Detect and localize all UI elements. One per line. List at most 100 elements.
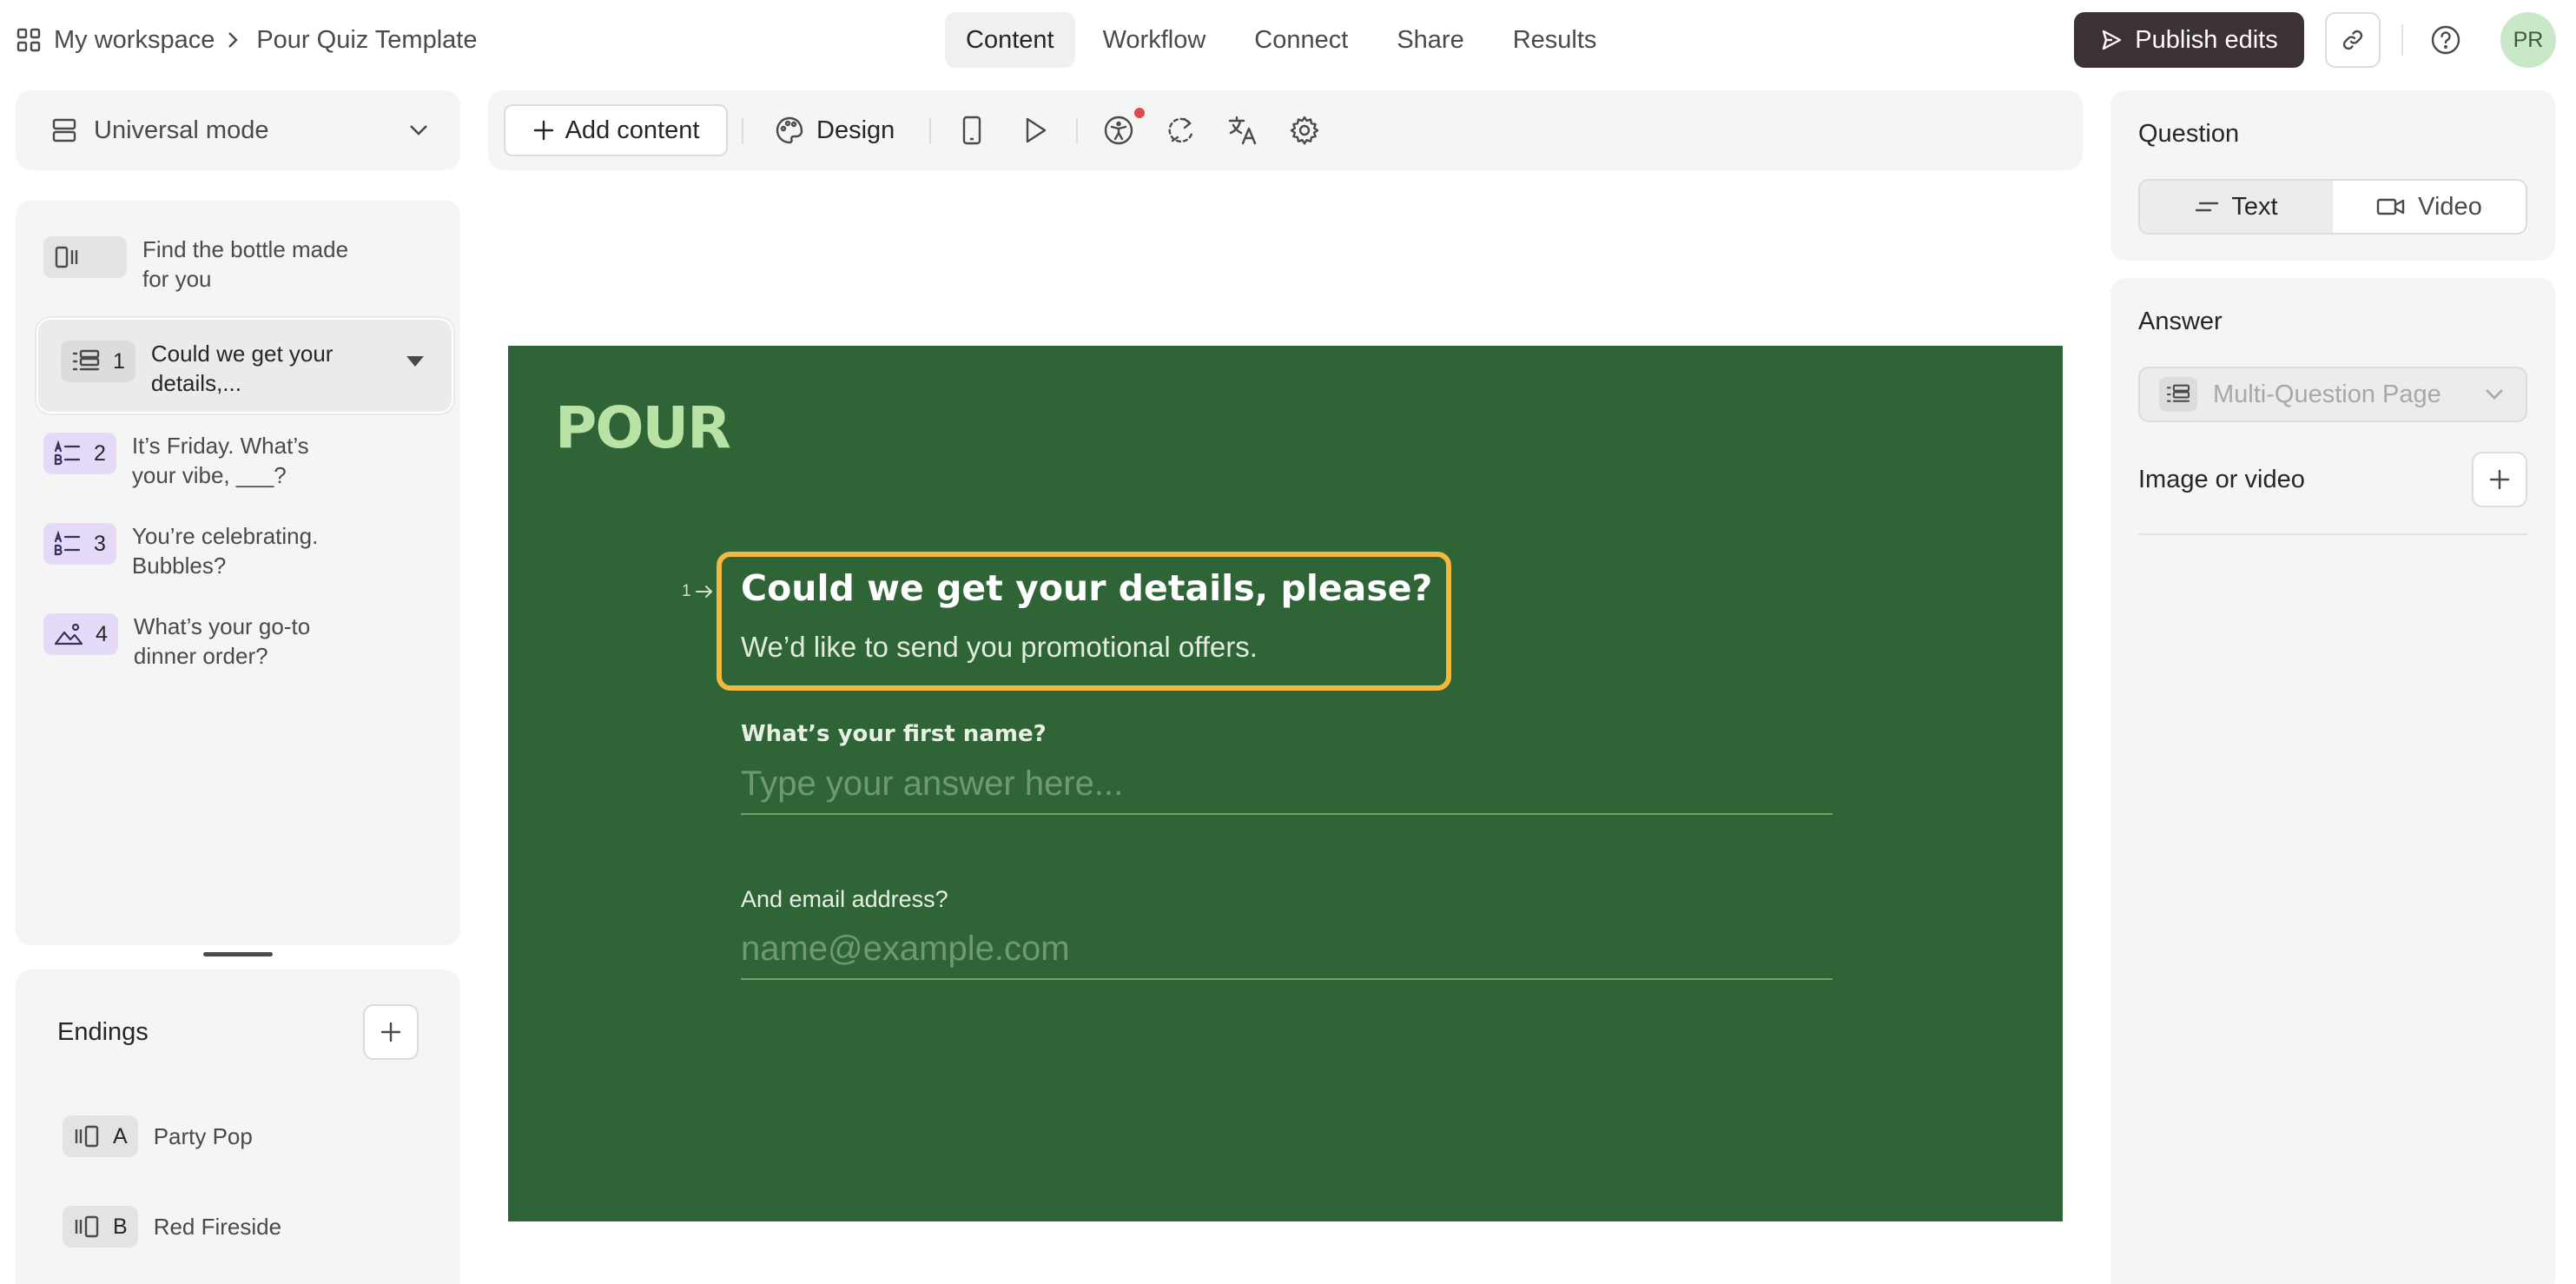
- video-option[interactable]: Video: [2333, 181, 2526, 233]
- caret-down-icon[interactable]: [406, 356, 424, 367]
- settings-button[interactable]: [1287, 113, 1322, 148]
- first-name-label[interactable]: What’s your first name?: [741, 721, 1047, 747]
- add-content-label: Add content: [565, 116, 700, 144]
- welcome-screen-icon: [54, 245, 82, 269]
- answer-section-label: Answer: [2138, 308, 2223, 335]
- translate-button[interactable]: [1225, 113, 1260, 148]
- form-preview-canvas: POUR 1 Could we get your details, please…: [508, 346, 2063, 1221]
- email-input[interactable]: [741, 919, 1833, 980]
- tab-content[interactable]: Content: [945, 12, 1075, 68]
- tab-results[interactable]: Results: [1492, 12, 1618, 68]
- ending-letter: A: [113, 1123, 128, 1148]
- list-item-question-2[interactable]: 2 It’s Friday. What’s your vibe, ___?: [43, 431, 433, 490]
- question-section-label: Question: [2138, 120, 2240, 148]
- apps-grid-icon[interactable]: [16, 27, 42, 53]
- breadcrumb: My workspace Pour Quiz Template: [16, 21, 477, 59]
- list-item-question-4[interactable]: 4 What’s your go-to dinner order?: [43, 612, 433, 671]
- add-content-button[interactable]: Add content: [504, 104, 728, 156]
- design-button[interactable]: Design: [775, 104, 895, 156]
- mode-label: Universal mode: [94, 116, 269, 144]
- ending-badge: A: [63, 1115, 138, 1157]
- editor-toolbar: Add content Design: [488, 90, 2083, 170]
- question-number: 3: [94, 532, 106, 556]
- multi-question-icon: [71, 349, 101, 374]
- breadcrumb-form-name[interactable]: Pour Quiz Template: [256, 26, 477, 55]
- link-icon: [2340, 27, 2366, 53]
- ending-letter: B: [113, 1214, 128, 1239]
- image-or-video-label: Image or video: [2138, 466, 2305, 493]
- accessibility-button[interactable]: [1101, 113, 1136, 148]
- list-item-welcome[interactable]: Find the bottle made for you: [43, 235, 433, 294]
- list-item-question-1[interactable]: 1 Could we get your details,...: [38, 320, 452, 412]
- answer-type-value: Multi-Question Page: [2213, 380, 2441, 408]
- help-icon: [2430, 24, 2461, 56]
- avatar[interactable]: PR: [2500, 12, 2556, 68]
- palette-icon: [775, 116, 804, 145]
- layout-icon: [50, 116, 78, 144]
- endings-title: Endings: [57, 1018, 149, 1046]
- arrow-right-icon: [695, 585, 714, 599]
- breadcrumb-workspace[interactable]: My workspace: [54, 26, 215, 55]
- tab-connect[interactable]: Connect: [1233, 12, 1369, 68]
- tab-share[interactable]: Share: [1376, 12, 1484, 68]
- question-number-indicator: 1: [682, 582, 714, 601]
- chevron-right-icon: [227, 30, 239, 50]
- question-type-badge: 3: [43, 523, 116, 565]
- publish-edits-label: Publish edits: [2135, 25, 2278, 54]
- multiple-choice-icon: [54, 531, 82, 557]
- question-number: 4: [96, 622, 108, 646]
- list-item-ending-b[interactable]: B Red Fireside: [63, 1206, 281, 1248]
- video-camera-icon: [2376, 196, 2406, 217]
- notification-dot: [1134, 108, 1145, 118]
- text-option[interactable]: Text: [2140, 181, 2333, 233]
- plus-icon: [532, 119, 555, 142]
- publish-edits-button[interactable]: Publish edits: [2074, 12, 2304, 68]
- text-option-label: Text: [2231, 192, 2278, 221]
- translate-icon: [1227, 115, 1258, 146]
- tab-workflow[interactable]: Workflow: [1082, 12, 1227, 68]
- add-ending-button[interactable]: [363, 1004, 419, 1060]
- chevron-down-icon: [408, 123, 429, 137]
- chevron-down-icon: [2484, 387, 2505, 401]
- logic-button[interactable]: [1164, 113, 1199, 148]
- logic-loop-icon: [1166, 115, 1197, 146]
- question-text: You’re celebrating. Bubbles?: [131, 523, 319, 579]
- multiple-choice-icon: [54, 440, 82, 467]
- panel-resize-handle[interactable]: [203, 952, 273, 956]
- mode-selector[interactable]: Universal mode: [16, 90, 460, 170]
- question-number: 1: [682, 582, 691, 600]
- brand-logo: POUR: [555, 394, 731, 461]
- answer-type-select[interactable]: Multi-Question Page: [2138, 367, 2527, 422]
- ending-label: Party Pop: [153, 1122, 253, 1149]
- help-button[interactable]: [2425, 19, 2467, 61]
- question-type-badge: 4: [43, 613, 118, 655]
- mobile-preview-button[interactable]: [954, 113, 989, 148]
- question-type-badge: 1: [61, 341, 135, 382]
- first-name-input[interactable]: [741, 754, 1833, 815]
- question-description[interactable]: We’d like to send you promotional offers…: [741, 631, 1258, 664]
- list-item-question-3[interactable]: 3 You’re celebrating. Bubbles?: [43, 521, 433, 580]
- send-icon: [2100, 29, 2123, 51]
- plus-icon: [2488, 468, 2511, 491]
- question-list: Find the bottle made for you 1 Could we …: [16, 200, 460, 945]
- answer-settings-panel: Answer Multi-Question Page Image or vide…: [2110, 278, 2555, 1284]
- toolbar-divider: [929, 118, 931, 144]
- video-option-label: Video: [2418, 192, 2482, 221]
- preview-button[interactable]: [1018, 113, 1053, 148]
- question-text: Find the bottle made for you: [142, 236, 349, 292]
- accessibility-icon: [1103, 115, 1134, 146]
- copy-link-button[interactable]: [2325, 12, 2381, 68]
- play-icon: [1022, 116, 1048, 144]
- question-type-badge: 2: [43, 433, 116, 474]
- design-label: Design: [816, 116, 895, 144]
- email-label[interactable]: And email address?: [741, 886, 948, 913]
- settings-divider: [2138, 533, 2527, 535]
- question-number: 1: [113, 349, 125, 374]
- list-item-ending-a[interactable]: A Party Pop: [63, 1115, 253, 1157]
- ending-label: Red Fireside: [153, 1213, 282, 1240]
- question-title[interactable]: Could we get your details, please?: [741, 567, 1432, 609]
- add-image-video-button[interactable]: [2472, 452, 2527, 507]
- question-type-toggle: Text Video: [2138, 179, 2527, 235]
- question-settings-panel: Question Text Video: [2110, 90, 2555, 261]
- ending-badge: B: [63, 1206, 138, 1248]
